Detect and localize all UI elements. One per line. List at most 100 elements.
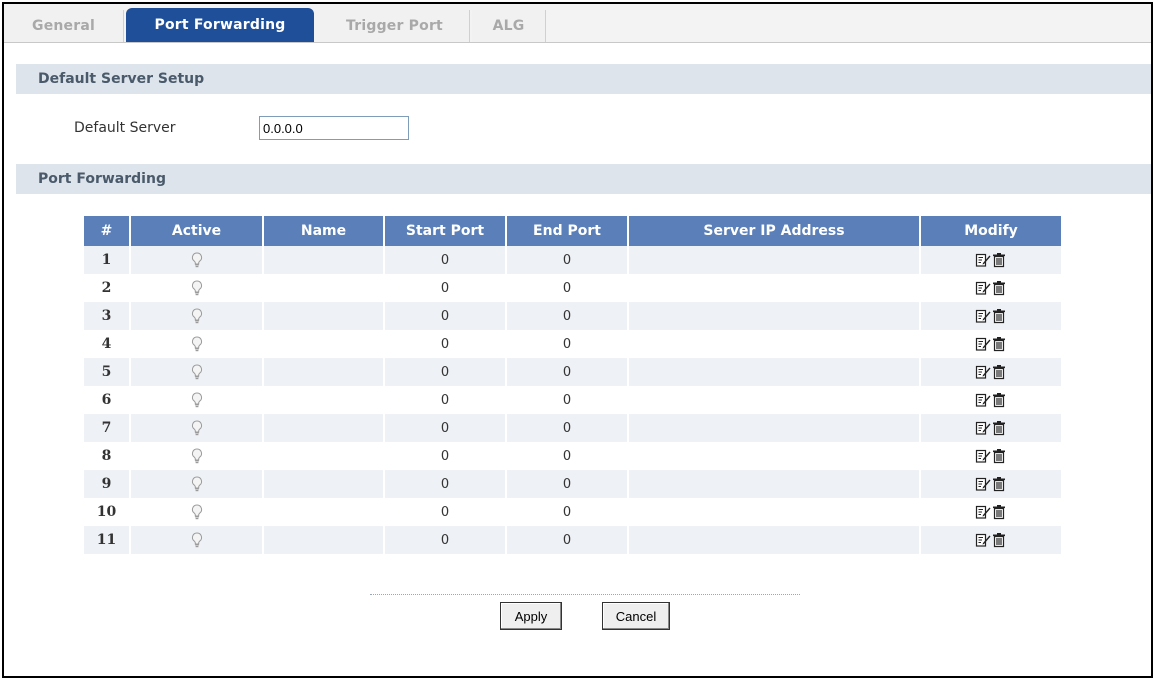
row-active[interactable] bbox=[130, 526, 264, 554]
tab-alg[interactable]: ALG bbox=[472, 10, 546, 42]
router-config-panel: General Port Forwarding Trigger Port ALG… bbox=[2, 2, 1153, 678]
row-start-port: 0 bbox=[384, 358, 507, 386]
edit-icon[interactable] bbox=[975, 393, 991, 408]
lightbulb-icon bbox=[191, 532, 203, 548]
table-row: 11 0 0 bbox=[84, 526, 1061, 554]
apply-button[interactable]: Apply bbox=[500, 602, 562, 630]
row-name bbox=[263, 526, 385, 554]
lightbulb-icon bbox=[191, 476, 203, 492]
row-modify bbox=[920, 526, 1061, 554]
table-row: 8 00 bbox=[84, 442, 1061, 470]
trash-icon[interactable] bbox=[991, 281, 1007, 296]
table-body: 1 0 0 2 0 0 3 0 0 4 0 0 5 0 0 6 0 0 7 0 0 8 0 0 9 0 0 10 0 0 11 0 0 bbox=[84, 246, 1061, 554]
row-end-port: 0 bbox=[506, 358, 629, 386]
trash-icon[interactable] bbox=[991, 505, 1007, 520]
edit-icon[interactable] bbox=[975, 505, 991, 520]
row-active[interactable] bbox=[130, 330, 264, 358]
row-number: 3 bbox=[84, 302, 131, 330]
tab-port-forwarding[interactable]: Port Forwarding bbox=[126, 8, 314, 42]
row-modify bbox=[920, 246, 1061, 274]
row-modify bbox=[920, 386, 1061, 414]
default-server-input[interactable] bbox=[259, 116, 409, 140]
trash-icon[interactable] bbox=[991, 337, 1007, 352]
edit-icon[interactable] bbox=[975, 449, 991, 464]
row-server-ip bbox=[628, 386, 921, 414]
row-server-ip bbox=[628, 358, 921, 386]
trash-icon[interactable] bbox=[991, 421, 1007, 436]
row-name bbox=[263, 442, 385, 470]
table-row: 2 00 bbox=[84, 274, 1061, 302]
row-modify bbox=[920, 414, 1061, 442]
row-name bbox=[263, 302, 385, 330]
trash-icon[interactable] bbox=[991, 365, 1007, 380]
button-divider bbox=[370, 594, 800, 595]
default-server-setup-header: Default Server Setup bbox=[16, 64, 1151, 94]
trash-icon[interactable] bbox=[991, 477, 1007, 492]
table-row: 3 00 bbox=[84, 302, 1061, 330]
row-start-port: 0 bbox=[384, 246, 507, 274]
row-end-port: 0 bbox=[506, 330, 629, 358]
row-start-port: 0 bbox=[384, 414, 507, 442]
row-end-port: 0 bbox=[506, 246, 629, 274]
edit-icon[interactable] bbox=[975, 421, 991, 436]
row-modify bbox=[920, 442, 1061, 470]
tab-general[interactable]: General bbox=[4, 10, 124, 42]
col-header-server-ip: Server IP Address bbox=[628, 216, 921, 246]
row-modify bbox=[920, 330, 1061, 358]
col-header-start-port: Start Port bbox=[384, 216, 507, 246]
edit-icon[interactable] bbox=[975, 533, 991, 548]
row-active[interactable] bbox=[130, 442, 264, 470]
row-active[interactable] bbox=[130, 414, 264, 442]
row-start-port: 0 bbox=[384, 442, 507, 470]
trash-icon[interactable] bbox=[991, 309, 1007, 324]
row-active[interactable] bbox=[130, 358, 264, 386]
col-header-modify: Modify bbox=[920, 216, 1061, 246]
cancel-button[interactable]: Cancel bbox=[602, 602, 670, 630]
row-server-ip bbox=[628, 330, 921, 358]
edit-icon[interactable] bbox=[975, 337, 991, 352]
lightbulb-icon bbox=[191, 336, 203, 352]
edit-icon[interactable] bbox=[975, 309, 991, 324]
edit-icon[interactable] bbox=[975, 253, 991, 268]
row-name bbox=[263, 330, 385, 358]
edit-icon[interactable] bbox=[975, 365, 991, 380]
row-active[interactable] bbox=[130, 386, 264, 414]
row-end-port: 0 bbox=[506, 386, 629, 414]
row-number: 11 bbox=[84, 526, 131, 554]
table-header-row: # Active Name Start Port End Port Server… bbox=[84, 216, 1061, 246]
edit-icon[interactable] bbox=[975, 477, 991, 492]
row-server-ip bbox=[628, 526, 921, 554]
row-active[interactable] bbox=[130, 274, 264, 302]
row-number: 4 bbox=[84, 330, 131, 358]
edit-icon[interactable] bbox=[975, 281, 991, 296]
trash-icon[interactable] bbox=[991, 533, 1007, 548]
row-number: 7 bbox=[84, 414, 131, 442]
table-row: 9 00 bbox=[84, 470, 1061, 498]
lightbulb-icon bbox=[191, 392, 203, 408]
row-active[interactable] bbox=[130, 470, 264, 498]
table-row: 10 0 0 bbox=[84, 498, 1061, 526]
row-end-port: 0 bbox=[506, 442, 629, 470]
row-active[interactable] bbox=[130, 246, 264, 274]
default-server-label: Default Server bbox=[74, 120, 176, 136]
trash-icon[interactable] bbox=[991, 253, 1007, 268]
lightbulb-icon bbox=[191, 504, 203, 520]
tab-trigger-port[interactable]: Trigger Port bbox=[320, 10, 470, 42]
row-active[interactable] bbox=[130, 498, 264, 526]
row-start-port: 0 bbox=[384, 526, 507, 554]
row-server-ip bbox=[628, 414, 921, 442]
row-end-port: 0 bbox=[506, 414, 629, 442]
trash-icon[interactable] bbox=[991, 393, 1007, 408]
row-name bbox=[263, 274, 385, 302]
row-name bbox=[263, 498, 385, 526]
trash-icon[interactable] bbox=[991, 449, 1007, 464]
row-modify bbox=[920, 274, 1061, 302]
row-number: 9 bbox=[84, 470, 131, 498]
row-modify bbox=[920, 470, 1061, 498]
row-number: 2 bbox=[84, 274, 131, 302]
row-active[interactable] bbox=[130, 302, 264, 330]
row-modify bbox=[920, 498, 1061, 526]
row-server-ip bbox=[628, 302, 921, 330]
lightbulb-icon bbox=[191, 420, 203, 436]
row-name bbox=[263, 386, 385, 414]
